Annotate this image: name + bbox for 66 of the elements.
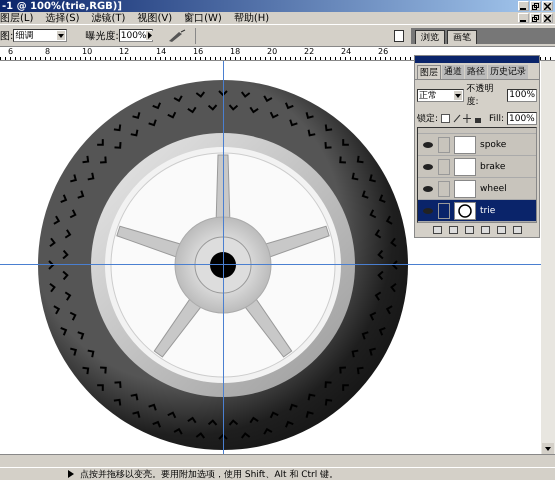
layer-row[interactable]: spoke bbox=[418, 134, 536, 156]
fill-field[interactable]: 100% bbox=[507, 112, 537, 125]
layer-row[interactable]: brake bbox=[418, 156, 536, 178]
ruler-number: 10 bbox=[82, 47, 94, 56]
menu-item[interactable]: 帮助(H) bbox=[234, 11, 270, 25]
menu-item[interactable]: 视图(V) bbox=[137, 11, 172, 25]
slider-arrow-icon[interactable] bbox=[146, 31, 154, 40]
minimize-button[interactable] bbox=[518, 1, 529, 11]
blend-mode-dropdown[interactable]: 正常 bbox=[417, 88, 464, 102]
scroll-down-icon[interactable] bbox=[542, 443, 554, 454]
palette-tab[interactable]: 浏览 bbox=[415, 30, 445, 44]
ruler-number: 8 bbox=[45, 47, 52, 56]
panel-tab[interactable]: 图层 bbox=[417, 65, 441, 79]
panel-tab[interactable]: 路径 bbox=[465, 65, 487, 79]
minimize-button[interactable] bbox=[518, 13, 529, 23]
ruler-number: 16 bbox=[193, 47, 204, 56]
ruler-number: 18 bbox=[230, 47, 242, 56]
status-text: 点按并拖移以变亮。要用附加选项，使用 Shift、Alt 和 Ctrl 键。 bbox=[80, 468, 338, 480]
layer-name: brake bbox=[480, 162, 506, 172]
close-button[interactable] bbox=[542, 1, 553, 11]
lock-icons[interactable] bbox=[441, 114, 482, 123]
menu-item[interactable]: 选择(S) bbox=[45, 11, 80, 25]
ruler-number: 22 bbox=[304, 47, 316, 56]
panel-tab[interactable]: 通道 bbox=[442, 65, 464, 79]
exposure-label: 曝光度: bbox=[85, 30, 119, 42]
menu-item[interactable]: 图层(L) bbox=[0, 11, 34, 25]
document-icon[interactable] bbox=[393, 29, 405, 42]
dropdown-arrow-icon[interactable] bbox=[57, 31, 66, 40]
layer-row[interactable]: trie bbox=[418, 200, 536, 222]
close-icon bbox=[544, 14, 551, 22]
eye-icon[interactable] bbox=[422, 140, 434, 148]
window-title: -1 @ 100%(trie,RGB)] bbox=[1, 0, 123, 12]
ruler-number: 24 bbox=[341, 47, 352, 56]
menu-item[interactable]: 窗口(W) bbox=[184, 11, 222, 25]
dropdown-arrow-icon[interactable] bbox=[454, 90, 462, 100]
layer-thumbnail bbox=[454, 136, 476, 154]
layer-name: trie bbox=[480, 206, 496, 216]
layer-thumbnail bbox=[454, 180, 476, 198]
palette-tab[interactable]: 画笔 bbox=[447, 30, 477, 44]
opacity-field[interactable]: 100% bbox=[507, 88, 537, 102]
range-label: 图: bbox=[0, 30, 14, 42]
layer-thumbnail bbox=[454, 202, 476, 220]
fill-label: Fill: bbox=[488, 114, 504, 124]
eye-icon[interactable] bbox=[422, 184, 434, 192]
close-icon bbox=[544, 2, 551, 10]
exposure-field[interactable]: 100% bbox=[118, 29, 153, 42]
layer-name: spoke bbox=[480, 140, 506, 150]
layer-thumbnail bbox=[454, 158, 476, 176]
airbrush-icon[interactable] bbox=[166, 28, 187, 42]
ruler-number: 6 bbox=[8, 47, 14, 56]
close-button[interactable] bbox=[542, 13, 553, 23]
lock-label: 锁定: bbox=[417, 112, 438, 125]
opacity-label: 不透明度: bbox=[466, 82, 495, 108]
ruler-number: 14 bbox=[156, 47, 168, 56]
panel-tab[interactable]: 历史记录 bbox=[488, 65, 528, 79]
restore-button[interactable] bbox=[530, 13, 541, 23]
menu-item[interactable]: 滤镜(T) bbox=[92, 11, 126, 25]
vertical-scrollbar[interactable] bbox=[541, 61, 555, 454]
ruler-number: 26 bbox=[378, 47, 390, 56]
layer-name: wheel bbox=[480, 184, 507, 194]
play-icon[interactable] bbox=[68, 470, 74, 478]
restore-button[interactable] bbox=[530, 1, 541, 11]
ruler-number: 12 bbox=[119, 47, 130, 56]
eye-icon[interactable] bbox=[422, 162, 434, 170]
range-dropdown[interactable]: 细调 bbox=[13, 29, 68, 42]
ruler-number: 20 bbox=[267, 47, 278, 56]
